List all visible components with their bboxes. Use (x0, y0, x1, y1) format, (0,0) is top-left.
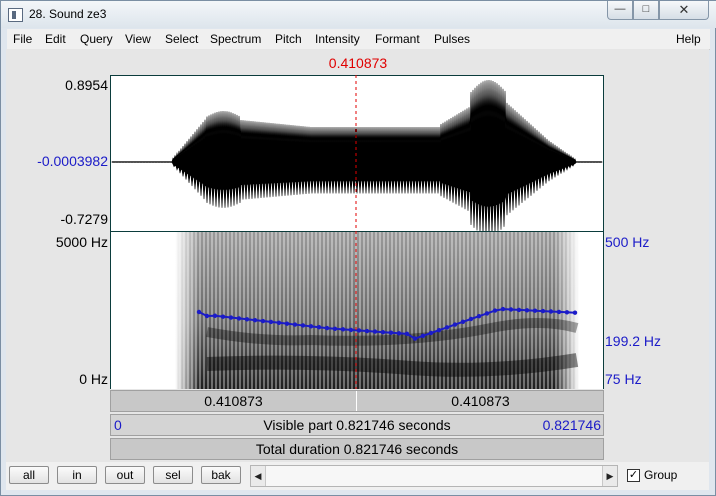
zoom-in-button[interactable]: in (57, 466, 97, 484)
visible-part-ruler[interactable]: 0 Visible part 0.821746 seconds 0.821746 (110, 414, 604, 436)
title-bar: 28. Sound ze3 — □ ✕ (1, 1, 716, 28)
waveform-max-label: 0.8954 (65, 77, 108, 93)
total-duration-ruler[interactable]: Total duration 0.821746 seconds (110, 438, 604, 460)
pitch-cursor-label: 199.2 Hz (605, 333, 662, 349)
pitch-top-label: 500 Hz (605, 234, 650, 250)
spectrogram-top-freq-label: 5000 Hz (55, 234, 108, 250)
close-icon: ✕ (678, 2, 690, 17)
group-checkbox[interactable]: ✓ (627, 469, 640, 482)
menu-bar: File Edit Query View Select Spectrum Pit… (7, 29, 710, 50)
menu-help[interactable]: Help (676, 32, 701, 46)
maximize-icon: □ (642, 3, 650, 15)
cursor-overlay (355, 75, 357, 389)
close-button[interactable]: ✕ (659, 1, 709, 20)
scroll-right-icon[interactable]: ▶ (603, 466, 617, 486)
waveform-min-label: -0.7279 (60, 211, 108, 227)
visible-end-label: 0.821746 (542, 417, 601, 433)
horizontal-scrollbar[interactable]: ◀ ▶ (250, 465, 618, 487)
selection-ruler: 0.410873 0.410873 (110, 390, 604, 412)
menu-query[interactable]: Query (80, 32, 113, 46)
scrollbar-thumb[interactable] (265, 466, 603, 486)
menu-pulses[interactable]: Pulses (434, 32, 470, 46)
menu-intensity[interactable]: Intensity (315, 32, 360, 46)
menu-formant[interactable]: Formant (375, 32, 420, 46)
app-icon (8, 8, 23, 22)
maximize-button[interactable]: □ (633, 1, 659, 20)
menu-pitch[interactable]: Pitch (275, 32, 302, 46)
minimize-button[interactable]: — (607, 1, 633, 20)
cursor-time-label: 0.410873 (328, 55, 388, 71)
menu-spectrum[interactable]: Spectrum (210, 32, 261, 46)
menu-edit[interactable]: Edit (45, 32, 66, 46)
scroll-left-icon[interactable]: ◀ (251, 466, 265, 486)
waveform-cursor-value-label: -0.0003982 (37, 153, 108, 169)
spectrogram-bottom-freq-label: 0 Hz (79, 371, 108, 387)
zoom-selection-button[interactable]: sel (153, 466, 193, 484)
pitch-bottom-label: 75 Hz (605, 371, 642, 387)
group-label: Group (644, 468, 678, 482)
minimize-icon: — (614, 3, 626, 15)
ruler-right-segment[interactable]: 0.410873 (358, 391, 603, 411)
zoom-out-button[interactable]: out (105, 466, 145, 484)
zoom-back-button[interactable]: bak (201, 466, 241, 484)
total-duration-label: Total duration 0.821746 seconds (255, 441, 459, 457)
zoom-all-button[interactable]: all (9, 466, 49, 484)
menu-view[interactable]: View (125, 32, 151, 46)
ruler-left-segment[interactable]: 0.410873 (111, 391, 357, 411)
visible-part-label: Visible part 0.821746 seconds (263, 417, 451, 433)
menu-select[interactable]: Select (165, 32, 198, 46)
menu-file[interactable]: File (13, 32, 32, 46)
window-title: 28. Sound ze3 (29, 7, 107, 21)
